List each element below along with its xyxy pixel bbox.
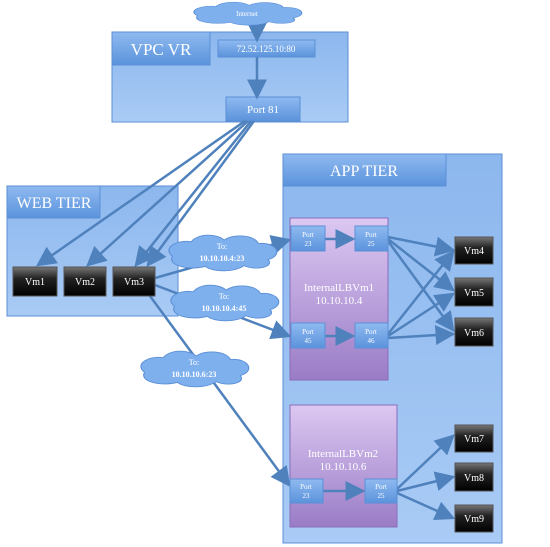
vm6: Vm6: [454, 317, 494, 347]
svg-text:10.10.10.4:23: 10.10.10.4:23: [200, 254, 245, 263]
lb1-port-25: Port 25: [354, 225, 389, 252]
svg-text:45: 45: [305, 337, 313, 345]
cloud-to-lb2-port23: To: 10.10.10.6:23: [140, 350, 250, 388]
svg-text:To:: To:: [217, 242, 228, 251]
svg-text:Port: Port: [365, 328, 377, 336]
svg-text:10.10.10.6:23: 10.10.10.6:23: [172, 370, 217, 379]
vm3-to-lb2-port23: [148, 295, 291, 488]
vm7: Vm7: [454, 424, 494, 453]
lb1-port-45: Port 45: [290, 322, 326, 349]
svg-text:23: 23: [303, 492, 311, 500]
svg-text:To:: To:: [189, 358, 200, 367]
vm5: Vm5: [454, 277, 494, 307]
svg-text:Port: Port: [375, 483, 387, 491]
svg-text:Vm7: Vm7: [464, 434, 484, 445]
svg-text:Vm6: Vm6: [464, 328, 484, 339]
cloud-to-lb1-port23: To: 10.10.10.4:23: [168, 234, 278, 272]
lb1-port-23: Port 23: [290, 225, 326, 252]
svg-text:Vm5: Vm5: [464, 288, 484, 299]
svg-text:25: 25: [378, 492, 386, 500]
app-tier-title: APP TIER: [330, 163, 398, 180]
lb2-port-23: Port 23: [289, 478, 324, 504]
cloud-to-lb1-port45: To: 10.10.10.4:45: [170, 284, 280, 322]
svg-text:Port: Port: [365, 231, 377, 239]
vm8: Vm8: [454, 462, 494, 492]
svg-text:Vm4: Vm4: [464, 246, 484, 257]
svg-text:Vm3: Vm3: [124, 277, 144, 288]
svg-text:Vm9: Vm9: [464, 514, 484, 525]
svg-text:Port: Port: [302, 231, 314, 239]
public-ip-label: 72.52.125.10:80: [237, 44, 296, 54]
lb1-port-46: Port 46: [354, 322, 389, 349]
svg-text:46: 46: [368, 337, 376, 345]
svg-text:Vm2: Vm2: [75, 277, 95, 288]
svg-text:Port: Port: [300, 483, 312, 491]
lb2-name: InternalLBVm2: [308, 448, 378, 460]
vm9: Vm9: [454, 504, 494, 533]
svg-text:Port: Port: [302, 328, 314, 336]
port-81-label: Port 81: [247, 104, 279, 116]
svg-text:To:: To:: [219, 292, 230, 301]
vm1: Vm1: [12, 266, 58, 297]
web-tier-title: WEB TIER: [17, 195, 92, 212]
internet-label: Internet: [236, 10, 258, 18]
svg-text:23: 23: [305, 240, 313, 248]
svg-text:Vm1: Vm1: [25, 277, 45, 288]
network-diagram: VPC VR 72.52.125.10:80 Port 81 Internet …: [6, 1, 503, 544]
vm2: Vm2: [63, 266, 107, 297]
lb1-ip: 10.10.10.4: [316, 295, 363, 307]
svg-text:10.10.10.4:45: 10.10.10.4:45: [202, 304, 247, 313]
lb2-ip: 10.10.10.6: [320, 461, 367, 473]
vpc-vr-title: VPC VR: [131, 40, 192, 59]
lb1-name: InternalLBVm1: [304, 282, 374, 294]
vm3: Vm3: [112, 266, 156, 297]
svg-text:25: 25: [368, 240, 376, 248]
vm4: Vm4: [454, 236, 494, 265]
lb2-port-25: Port 25: [364, 478, 398, 504]
svg-text:Vm8: Vm8: [464, 473, 484, 484]
